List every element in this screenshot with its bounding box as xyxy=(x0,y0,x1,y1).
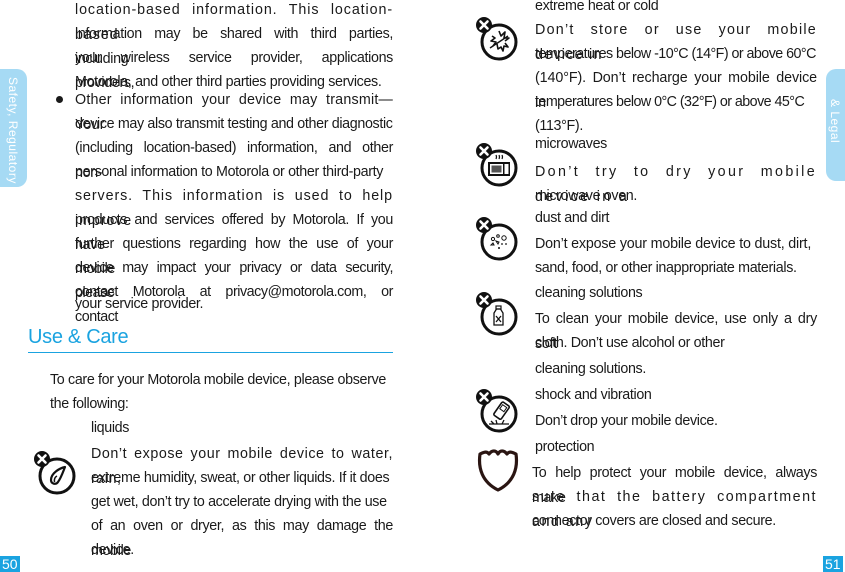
text-line: get wet, don’t try to accelerate drying … xyxy=(91,494,387,510)
page-number: 51 xyxy=(823,556,843,572)
text-line: your service provider. xyxy=(75,296,204,312)
item-title: protection xyxy=(535,439,595,455)
text-line: personal information to Motorola or othe… xyxy=(75,164,384,180)
item-title: shock and vibration xyxy=(535,387,652,403)
section-heading-use-care: Use & Care xyxy=(28,326,129,348)
item-title: cleaning solutions xyxy=(535,285,643,301)
cleaning-solution-prohibited-icon xyxy=(476,292,518,336)
text-line: Don’t drop your mobile device. xyxy=(535,413,718,429)
microwave-prohibited-icon xyxy=(476,143,518,187)
heading-rule xyxy=(28,352,393,353)
text-line: temperatures below -10°C (14°F) or above… xyxy=(535,46,816,62)
item-title: dust and dirt xyxy=(535,210,610,226)
page-number: 50 xyxy=(0,556,20,572)
text-line: connector covers are closed and secure. xyxy=(532,513,776,529)
text-line: To care for your Motorola mobile device,… xyxy=(50,372,386,388)
text-line: microwave oven. xyxy=(535,188,638,204)
text-line: temperatures below 0°C (32°F) or above 4… xyxy=(535,94,805,110)
text-line: the following: xyxy=(50,396,129,412)
shield-protection-icon xyxy=(477,449,519,492)
item-title: liquids xyxy=(91,420,130,436)
side-tab-label: & Legal xyxy=(828,99,842,144)
text-line: cleaning solutions. xyxy=(535,361,646,377)
right-page: & Legal extreme heat or cold Don’t store… xyxy=(422,0,845,572)
side-tab-safety-regulatory[interactable]: Safety, Regulatory xyxy=(0,69,27,187)
text-line: device. xyxy=(91,542,134,558)
text-line: device may also transmit testing and oth… xyxy=(75,116,393,132)
dust-prohibited-icon xyxy=(476,217,518,261)
item-title: microwaves xyxy=(535,136,607,152)
heat-cold-prohibited-icon xyxy=(476,17,518,61)
side-tab-legal[interactable]: & Legal xyxy=(826,69,845,181)
item-title: extreme heat or cold xyxy=(535,0,659,14)
bullet-icon xyxy=(56,96,63,103)
text-line: cloth. Don’t use alcohol or other xyxy=(535,335,725,351)
drop-shock-prohibited-icon xyxy=(476,389,518,433)
text-line: Don’t expose your mobile device to dust,… xyxy=(535,236,812,252)
text-line: extreme humidity, sweat, or other liquid… xyxy=(91,470,390,486)
side-tab-label: Safety, Regulatory xyxy=(6,77,20,184)
text-line: sand, food, or other inappropriate mater… xyxy=(535,260,797,276)
left-page: Safety, Regulatory location-based inform… xyxy=(0,0,422,572)
liquid-drop-prohibited-icon xyxy=(34,451,76,495)
